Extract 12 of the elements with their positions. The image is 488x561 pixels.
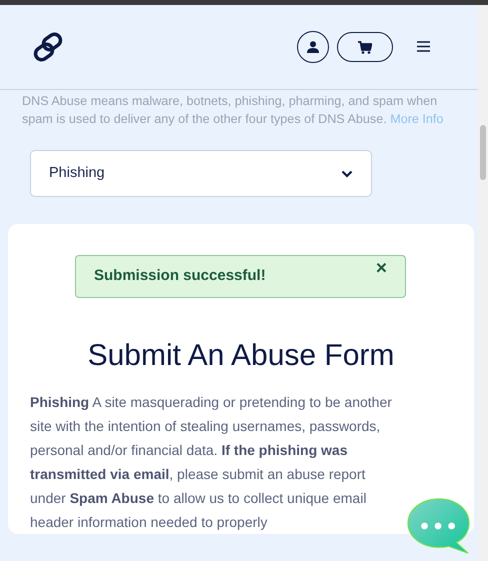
cart-icon <box>358 40 372 54</box>
cart-button[interactable] <box>337 32 393 62</box>
link-logo-icon[interactable] <box>32 32 64 62</box>
alert-message: Submission successful! <box>94 266 267 286</box>
user-icon <box>307 41 319 53</box>
account-button[interactable] <box>297 31 329 63</box>
close-button[interactable]: × <box>376 259 387 278</box>
form-title: Submit An Abuse Form <box>86 338 396 374</box>
form-description: Phishing A site masquerading or pretending to be another site with the intention of stealing usernames, passwords, personal and/or financial data. If the phishing was transmitted via email, please submit an abuse report under Spam Abuse to allow us to collect unique email header information needed to properly <box>30 393 392 532</box>
abuse-type-select[interactable]: Phishing <box>30 150 372 197</box>
intro-text: DNS Abuse means malware, botnets, phishing, pharming, and spam when spam is used to deliver any of the other four types of DNS Abuse. More Info <box>22 93 444 128</box>
chevron-down-icon <box>341 170 353 178</box>
